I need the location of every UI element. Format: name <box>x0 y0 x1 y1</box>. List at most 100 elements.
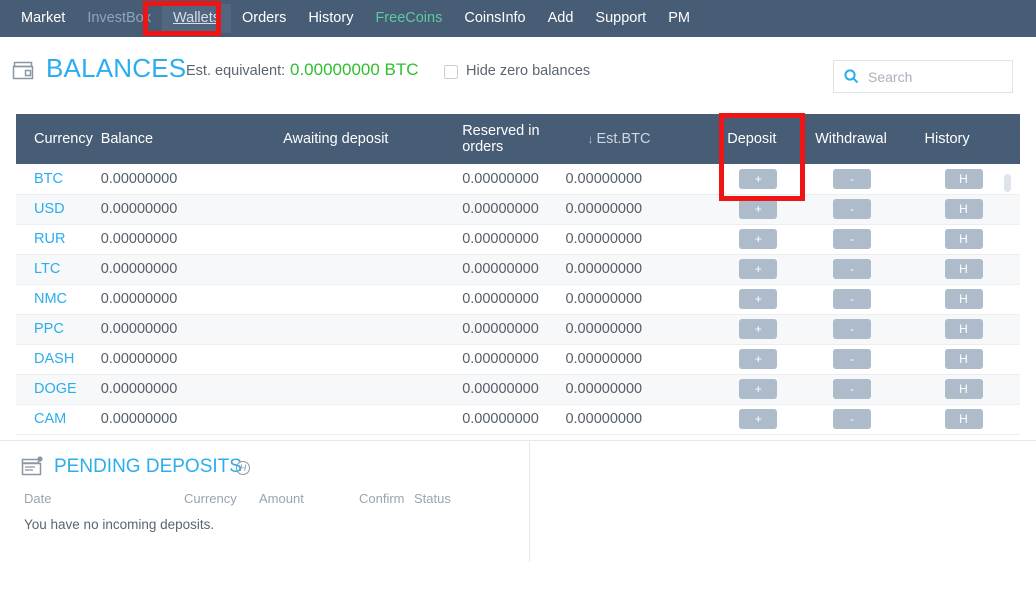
cell-reserved-in-orders: 0.00000000 <box>462 254 566 285</box>
withdrawal-button[interactable]: - <box>833 349 872 369</box>
history-button[interactable]: H <box>944 259 983 279</box>
currency-link-ltc[interactable]: LTC <box>34 261 60 277</box>
cell-awaiting-deposit <box>271 194 463 225</box>
cell-reserved-in-orders: 0.00000000 <box>462 164 566 195</box>
table-scrollbar-thumb[interactable] <box>1004 174 1011 192</box>
table-row: BTC 0.00000000 0.00000000 0.00000000 + - H <box>16 164 1020 195</box>
column-header-reserved-in-orders[interactable]: Reserved in orders <box>462 114 566 164</box>
cell-withdrawal: - <box>805 314 913 345</box>
currency-link-ppc[interactable]: PPC <box>34 321 64 337</box>
table-row: PPC 0.00000000 0.00000000 0.00000000 + - H <box>16 314 1020 345</box>
history-button[interactable]: H <box>944 319 983 339</box>
cell-withdrawal: - <box>805 404 913 435</box>
cell-history: H <box>912 254 1020 285</box>
cell-withdrawal: - <box>805 194 913 225</box>
column-header-withdrawal[interactable]: Withdrawal <box>805 114 913 164</box>
column-header-currency[interactable]: Currency <box>16 114 101 164</box>
withdrawal-button[interactable]: - <box>833 168 872 189</box>
wallet-deposit-icon <box>21 456 45 483</box>
nav-item-pm[interactable]: PM <box>657 4 701 33</box>
history-button[interactable]: H <box>944 229 983 249</box>
cell-deposit: + <box>715 284 806 315</box>
cell-balance: 0.00000000 <box>100 194 272 225</box>
nav-item-market[interactable]: Market <box>10 4 76 33</box>
nav-item-freecoins[interactable]: FreeCoins <box>364 4 453 33</box>
nav-item-wallets[interactable]: Wallets <box>162 4 231 33</box>
withdrawal-button[interactable]: - <box>833 259 872 279</box>
withdrawal-button[interactable]: - <box>833 289 872 309</box>
nav-item-support[interactable]: Support <box>584 4 657 33</box>
column-header-status: Status <box>414 491 451 506</box>
withdrawal-button[interactable]: - <box>833 379 872 399</box>
column-header-deposit[interactable]: Deposit <box>715 114 806 164</box>
deposit-button[interactable]: + <box>739 168 778 189</box>
column-header-currency: Currency <box>184 491 237 506</box>
withdrawal-button[interactable]: - <box>833 409 872 429</box>
cell-awaiting-deposit <box>271 374 463 405</box>
balances-table: Currency Balance Awaiting deposit Reserv… <box>16 114 1020 435</box>
nav-item-investbox[interactable]: InvestBox <box>76 4 162 33</box>
deposit-button[interactable]: + <box>739 349 778 369</box>
table-row: USD 0.00000000 0.00000000 0.00000000 + - H <box>16 194 1020 225</box>
cell-history: H <box>912 224 1020 255</box>
cell-balance: 0.00000000 <box>100 224 272 255</box>
cell-est-btc: 0.00000000 <box>565 344 716 375</box>
cell-est-btc: 0.00000000 <box>565 374 716 405</box>
deposit-button[interactable]: + <box>739 259 778 279</box>
history-button[interactable]: H <box>944 199 983 219</box>
deposit-button[interactable]: + <box>739 409 778 429</box>
cell-balance: 0.00000000 <box>100 374 272 405</box>
balances-header: BALANCES Est. equivalent: 0.00000000 BTC… <box>0 52 1036 104</box>
cell-deposit: + <box>715 164 806 195</box>
currency-link-usd[interactable]: USD <box>34 201 65 217</box>
withdrawal-button[interactable]: - <box>833 199 872 219</box>
cell-reserved-in-orders: 0.00000000 <box>462 404 566 435</box>
currency-link-doge[interactable]: DOGE <box>34 381 77 397</box>
deposit-button[interactable]: + <box>739 199 778 219</box>
cell-history: H <box>912 374 1020 405</box>
deposit-button[interactable]: + <box>739 229 778 249</box>
hide-zero-balances-label[interactable]: Hide zero balances <box>466 63 590 79</box>
currency-link-btc[interactable]: BTC <box>34 171 63 187</box>
deposit-button[interactable]: + <box>739 289 778 309</box>
cell-deposit: + <box>715 404 806 435</box>
history-button[interactable]: H <box>944 409 983 429</box>
cell-reserved-in-orders: 0.00000000 <box>462 344 566 375</box>
column-header-awaiting-deposit[interactable]: Awaiting deposit <box>271 114 463 164</box>
cell-est-btc: 0.00000000 <box>565 314 716 345</box>
page-title: BALANCES <box>46 53 187 83</box>
nav-item-add[interactable]: Add <box>537 4 585 33</box>
history-button[interactable]: H <box>944 289 983 309</box>
deposit-button[interactable]: + <box>739 319 778 339</box>
history-button[interactable]: H <box>944 379 983 399</box>
currency-link-nmc[interactable]: NMC <box>34 291 67 307</box>
cell-reserved-in-orders: 0.00000000 <box>462 314 566 345</box>
search-box[interactable] <box>833 60 1013 93</box>
column-header-balance[interactable]: Balance <box>100 114 272 164</box>
cell-deposit: + <box>715 374 806 405</box>
cell-est-btc: 0.00000000 <box>565 404 716 435</box>
nav-item-history[interactable]: History <box>297 4 364 33</box>
currency-link-cam[interactable]: CAM <box>34 411 66 427</box>
wallet-icon <box>12 60 38 82</box>
withdrawal-button[interactable]: - <box>833 229 872 249</box>
currency-link-dash[interactable]: DASH <box>34 351 74 367</box>
deposit-button[interactable]: + <box>739 379 778 399</box>
search-input[interactable] <box>868 68 998 85</box>
balances-table-container: Currency Balance Awaiting deposit Reserv… <box>16 114 1020 435</box>
cell-withdrawal: - <box>805 254 913 285</box>
help-icon-deposits[interactable]: H <box>236 461 250 475</box>
cell-withdrawal: - <box>805 374 913 405</box>
history-button[interactable]: H <box>944 349 983 369</box>
pending-deposits-empty-message: You have no incoming deposits. <box>24 517 215 532</box>
history-button[interactable]: H <box>944 168 983 189</box>
nav-item-coinsinfo[interactable]: CoinsInfo <box>453 4 536 33</box>
withdrawal-button[interactable]: - <box>833 319 872 339</box>
column-header-history[interactable]: History <box>912 114 1020 164</box>
pending-withdrawals-panel: PENDING WITHDRAWALS H Date Currency Amou… <box>529 441 1036 562</box>
nav-item-orders[interactable]: Orders <box>231 4 297 33</box>
column-header-est-btc[interactable]: ↓ Est.BTC <box>565 114 716 164</box>
hide-zero-balances-checkbox[interactable] <box>444 65 458 79</box>
cell-balance: 0.00000000 <box>100 254 272 285</box>
currency-link-rur[interactable]: RUR <box>34 231 65 247</box>
